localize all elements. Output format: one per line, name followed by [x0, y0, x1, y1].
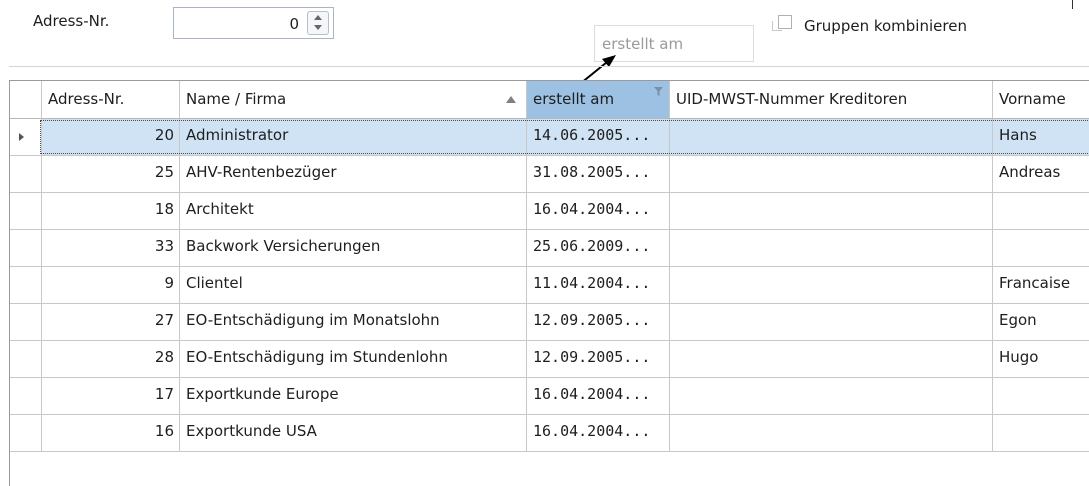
- row-indicator[interactable]: [10, 267, 42, 304]
- gruppen-kombinieren-label[interactable]: Gruppen kombinieren: [804, 17, 967, 35]
- cell-name-firma[interactable]: Administrator: [180, 119, 527, 156]
- cell-name-firma[interactable]: Backwork Versicherungen: [180, 230, 527, 267]
- cell-uid-mwst[interactable]: [670, 267, 993, 304]
- cell-vorname[interactable]: [993, 415, 1089, 452]
- cell-uid-mwst[interactable]: [670, 415, 993, 452]
- column-header-label: erstellt am: [533, 90, 615, 108]
- cell-adress-nr[interactable]: 16: [42, 415, 180, 452]
- column-header-label: Vorname: [999, 90, 1066, 108]
- row-indicator[interactable]: [10, 304, 42, 341]
- cell-uid-mwst[interactable]: [670, 230, 993, 267]
- cell-erstellt-am[interactable]: 12.09.2005...: [527, 304, 670, 341]
- spin-down-icon[interactable]: [308, 23, 328, 34]
- edge-tick: [1072, 0, 1073, 9]
- gruppen-kombinieren-checkbox[interactable]: [778, 15, 792, 29]
- cell-vorname[interactable]: Egon: [993, 304, 1089, 341]
- cell-adress-nr[interactable]: 27: [42, 304, 180, 341]
- row-indicator[interactable]: [10, 193, 42, 230]
- adress-nr-label: Adress-Nr.: [33, 12, 110, 30]
- cell-name-firma[interactable]: EO-Entschädigung im Monatslohn: [180, 304, 527, 341]
- cell-name-firma[interactable]: AHV-Rentenbezüger: [180, 156, 527, 193]
- cell-vorname[interactable]: Hans: [993, 119, 1089, 156]
- cell-adress-nr[interactable]: 17: [42, 378, 180, 415]
- cell-uid-mwst[interactable]: [670, 119, 993, 156]
- cell-erstellt-am[interactable]: 31.08.2005...: [527, 156, 670, 193]
- cell-adress-nr[interactable]: 9: [42, 267, 180, 304]
- sort-ascending-icon: [506, 96, 516, 103]
- row-indicator[interactable]: [10, 119, 42, 156]
- cell-uid-mwst[interactable]: [670, 193, 993, 230]
- column-header-adress-nr[interactable]: Adress-Nr.: [42, 81, 180, 119]
- column-header-label: Adress-Nr.: [48, 90, 125, 108]
- column-header-label: Name / Firma: [186, 90, 287, 108]
- column-header-uid-mwst[interactable]: UID-MWST-Nummer Kreditoren: [670, 81, 993, 119]
- cell-adress-nr[interactable]: 25: [42, 156, 180, 193]
- cell-vorname[interactable]: Andreas: [993, 156, 1089, 193]
- cell-name-firma[interactable]: Clientel: [180, 267, 527, 304]
- cell-vorname[interactable]: [993, 378, 1089, 415]
- cell-name-firma[interactable]: Architekt: [180, 193, 527, 230]
- cell-erstellt-am[interactable]: 16.04.2004...: [527, 415, 670, 452]
- cell-vorname[interactable]: [993, 193, 1089, 230]
- filter-icon[interactable]: [654, 87, 663, 96]
- cell-erstellt-am[interactable]: 11.04.2004...: [527, 267, 670, 304]
- cell-erstellt-am[interactable]: 14.06.2005...: [527, 119, 670, 156]
- cell-uid-mwst[interactable]: [670, 378, 993, 415]
- row-indicator[interactable]: [10, 378, 42, 415]
- cell-erstellt-am[interactable]: 12.09.2005...: [527, 341, 670, 378]
- column-header-name-firma[interactable]: Name / Firma: [180, 81, 527, 119]
- cell-uid-mwst[interactable]: [670, 341, 993, 378]
- column-header-vorname[interactable]: Vorname: [993, 81, 1089, 119]
- spin-up-icon[interactable]: [308, 12, 328, 23]
- cell-name-firma[interactable]: Exportkunde Europe: [180, 378, 527, 415]
- cell-uid-mwst[interactable]: [670, 156, 993, 193]
- cell-vorname[interactable]: Hugo: [993, 341, 1089, 378]
- cell-erstellt-am[interactable]: 16.04.2004...: [527, 193, 670, 230]
- cell-erstellt-am[interactable]: 16.04.2004...: [527, 378, 670, 415]
- cell-vorname[interactable]: [993, 230, 1089, 267]
- row-indicator[interactable]: [10, 415, 42, 452]
- row-indicator[interactable]: [10, 341, 42, 378]
- address-grid: Adress-Nr. Name / Firma erstellt am UID-…: [9, 80, 1089, 486]
- adress-nr-value[interactable]: 0: [289, 15, 299, 33]
- cell-adress-nr[interactable]: 33: [42, 230, 180, 267]
- adress-nr-spin-input[interactable]: 0: [173, 7, 334, 39]
- cell-name-firma[interactable]: EO-Entschädigung im Stundenlohn: [180, 341, 527, 378]
- row-indicator[interactable]: [10, 230, 42, 267]
- cell-adress-nr[interactable]: 18: [42, 193, 180, 230]
- cell-vorname[interactable]: Francaise: [993, 267, 1089, 304]
- filter-separator: [9, 66, 1089, 67]
- cell-uid-mwst[interactable]: [670, 304, 993, 341]
- spin-buttons: [307, 11, 329, 35]
- cell-name-firma[interactable]: Exportkunde USA: [180, 415, 527, 452]
- cell-adress-nr[interactable]: 28: [42, 341, 180, 378]
- cell-adress-nr[interactable]: 20: [42, 119, 180, 156]
- current-row-arrow-icon: [19, 133, 24, 141]
- column-header-erstellt-am[interactable]: erstellt am: [527, 81, 670, 119]
- cell-erstellt-am[interactable]: 25.06.2009...: [527, 230, 670, 267]
- column-header-label: UID-MWST-Nummer Kreditoren: [676, 90, 908, 108]
- header-indicator: [10, 81, 42, 119]
- row-indicator[interactable]: [10, 156, 42, 193]
